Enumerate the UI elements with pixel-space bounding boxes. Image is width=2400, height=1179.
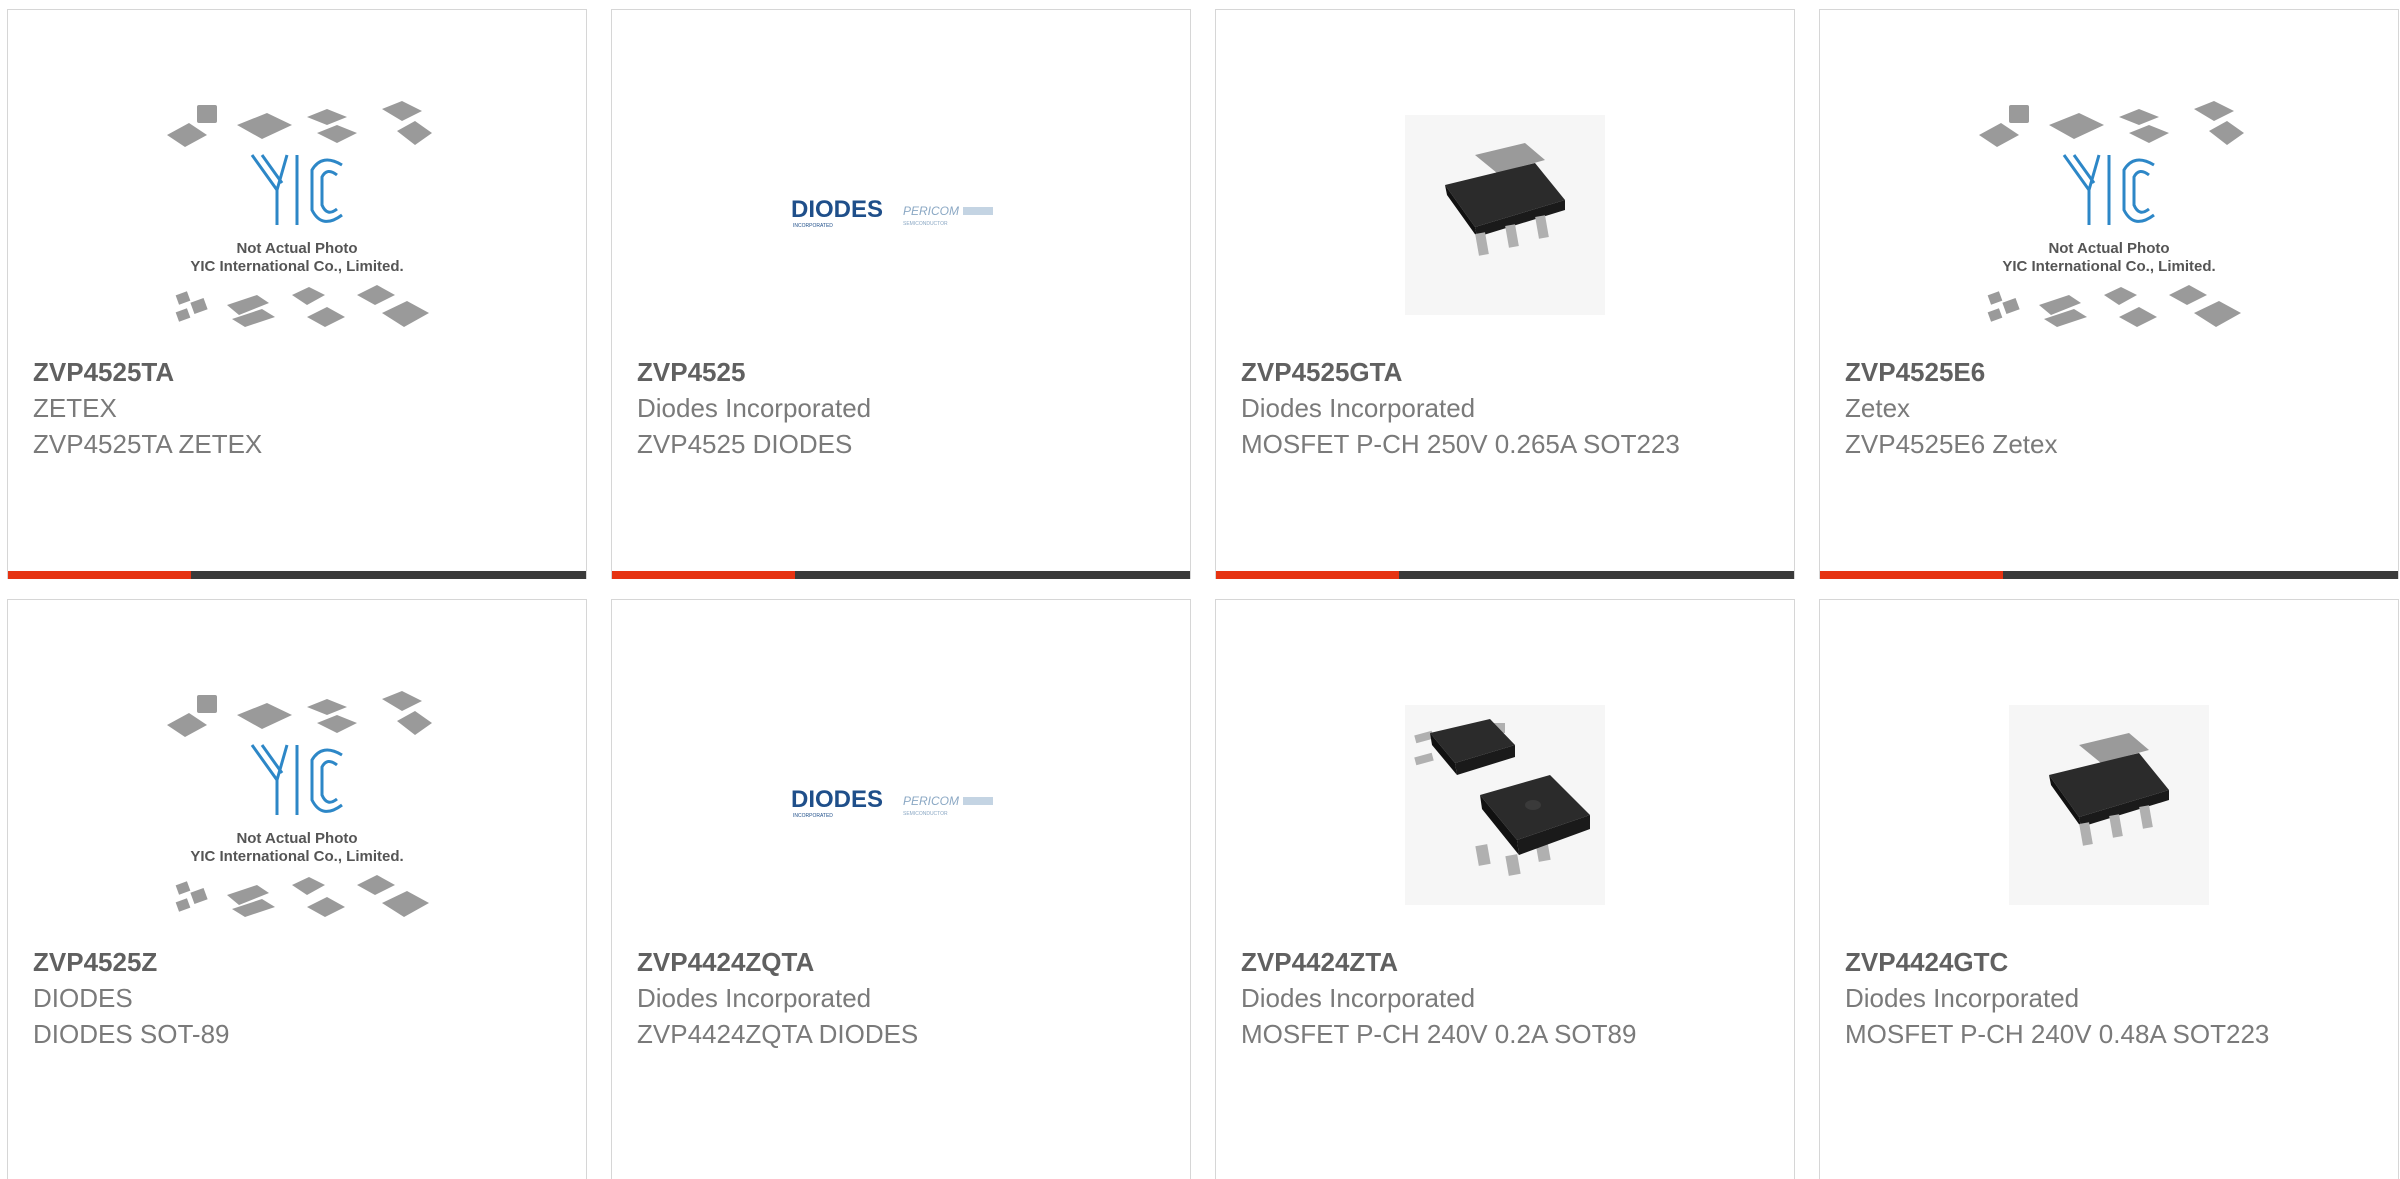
product-image: Not Actual Photo YIC International Co., … (8, 80, 586, 350)
product-card[interactable]: ZVP4424ZTA Diodes Incorporated MOSFET P-… (1215, 599, 1795, 1179)
part-number[interactable]: ZVP4525TA (33, 354, 566, 390)
description: ZVP4424ZQTA DIODES (637, 1019, 919, 1049)
pericom-logo-text: PERICOM (903, 204, 959, 218)
yic-placeholder-icon: Not Actual Photo YIC International Co., … (167, 691, 432, 917)
card-bottom-bar (8, 571, 586, 579)
description: MOSFET P-CH 250V 0.265A SOT223 (1241, 429, 1680, 459)
product-image: DIODES INCORPORATED PERICOM SEMICONDUCTO… (612, 80, 1190, 350)
manufacturer: Diodes Incorporated (637, 983, 872, 1013)
manufacturer: Diodes Incorporated (637, 393, 872, 423)
placeholder-line2: YIC International Co., Limited. (190, 258, 403, 275)
product-card[interactable]: DIODES INCORPORATED PERICOM SEMICONDUCTO… (611, 9, 1191, 579)
sot89-package-icon (1405, 705, 1605, 905)
description: ZVP4525 DIODES (637, 429, 853, 459)
diodes-logo-subtext: INCORPORATED (793, 813, 833, 819)
card-bottom-bar (1820, 571, 2398, 579)
product-grid: Not Actual Photo YIC International Co., … (0, 0, 2400, 1179)
product-card[interactable]: Not Actual Photo YIC International Co., … (1819, 9, 2399, 579)
yic-placeholder-icon: Not Actual Photo YIC International Co., … (1979, 101, 2244, 327)
yic-placeholder-icon: Not Actual Photo YIC International Co., … (167, 101, 432, 327)
description: ZVP4525E6 Zetex (1845, 429, 2058, 459)
part-number[interactable]: ZVP4424ZQTA (637, 944, 1170, 980)
product-image: Not Actual Photo YIC International Co., … (8, 670, 586, 940)
description: DIODES SOT-89 (33, 1019, 230, 1049)
part-number[interactable]: ZVP4525E6 (1845, 354, 2378, 390)
part-number[interactable]: ZVP4525GTA (1241, 354, 1774, 390)
description: ZVP4525TA ZETEX (33, 429, 263, 459)
pericom-logo-subtext: SEMICONDUCTOR (903, 811, 948, 817)
part-number[interactable]: ZVP4525Z (33, 944, 566, 980)
product-image: DIODES INCORPORATED PERICOM SEMICONDUCTO… (612, 670, 1190, 940)
placeholder-line1: Not Actual Photo (236, 240, 357, 257)
diodes-logo: DIODES INCORPORATED PERICOM SEMICONDUCTO… (791, 196, 993, 229)
placeholder-line1: Not Actual Photo (236, 830, 357, 847)
part-number[interactable]: ZVP4525 (637, 354, 1170, 390)
card-bottom-bar (612, 571, 1190, 579)
diodes-logo-text: DIODES (791, 786, 883, 813)
product-card[interactable]: ZVP4525GTA Diodes Incorporated MOSFET P-… (1215, 9, 1795, 579)
description: MOSFET P-CH 240V 0.2A SOT89 (1241, 1019, 1637, 1049)
placeholder-line2: YIC International Co., Limited. (2002, 258, 2215, 275)
manufacturer: ZETEX (33, 393, 117, 423)
product-image (1216, 80, 1794, 350)
placeholder-line2: YIC International Co., Limited. (190, 848, 403, 865)
sot223-package-icon (2009, 705, 2209, 905)
diodes-logo-text: DIODES (791, 196, 883, 223)
pericom-logo-text: PERICOM (903, 794, 959, 808)
part-number[interactable]: ZVP4424GTC (1845, 944, 2378, 980)
sot223-package-icon (1405, 115, 1605, 315)
diodes-logo-subtext: INCORPORATED (793, 223, 833, 229)
manufacturer: DIODES (33, 983, 133, 1013)
card-bottom-bar (1216, 571, 1794, 579)
placeholder-line1: Not Actual Photo (2048, 240, 2169, 257)
product-card[interactable]: Not Actual Photo YIC International Co., … (7, 599, 587, 1179)
product-card[interactable]: Not Actual Photo YIC International Co., … (7, 9, 587, 579)
description: MOSFET P-CH 240V 0.48A SOT223 (1845, 1019, 2270, 1049)
manufacturer: Diodes Incorporated (1845, 983, 2080, 1013)
product-image (1216, 670, 1794, 940)
product-card[interactable]: ZVP4424GTC Diodes Incorporated MOSFET P-… (1819, 599, 2399, 1179)
product-image (1820, 670, 2398, 940)
product-image: Not Actual Photo YIC International Co., … (1820, 80, 2398, 350)
manufacturer: Diodes Incorporated (1241, 983, 1476, 1013)
pericom-logo-subtext: SEMICONDUCTOR (903, 221, 948, 227)
part-number[interactable]: ZVP4424ZTA (1241, 944, 1774, 980)
diodes-logo: DIODES INCORPORATED PERICOM SEMICONDUCTO… (791, 786, 993, 819)
manufacturer: Diodes Incorporated (1241, 393, 1476, 423)
manufacturer: Zetex (1845, 393, 1911, 423)
product-card[interactable]: DIODES INCORPORATED PERICOM SEMICONDUCTO… (611, 599, 1191, 1179)
